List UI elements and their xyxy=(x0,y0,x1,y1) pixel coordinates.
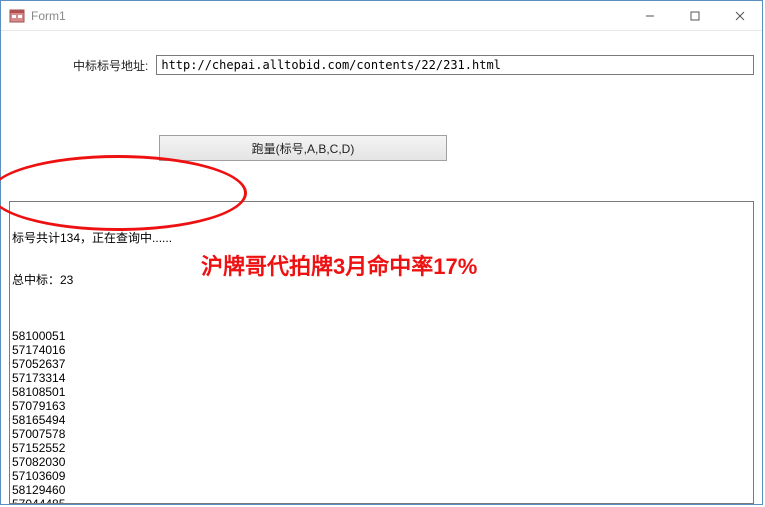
list-header-total: 总中标：23 xyxy=(12,273,751,287)
run-button[interactable]: 跑量(标号,A,B,C,D) xyxy=(159,135,447,161)
results-listbox[interactable]: 标号共计134，正在查询中...... 总中标：23 5810005157174… xyxy=(9,201,754,504)
url-input[interactable] xyxy=(156,55,754,75)
window-title: Form1 xyxy=(31,9,66,23)
list-item[interactable]: 57052637 xyxy=(12,357,751,371)
url-row: 中标标号地址: xyxy=(73,55,754,75)
titlebar: Form1 xyxy=(1,1,762,31)
close-button[interactable] xyxy=(717,1,762,30)
list-item[interactable]: 58165494 xyxy=(12,413,751,427)
list-item[interactable]: 58108501 xyxy=(12,385,751,399)
list-item[interactable]: 58100051 xyxy=(12,329,751,343)
list-item[interactable]: 57044485 xyxy=(12,497,751,504)
list-header-count: 标号共计134，正在查询中...... xyxy=(12,231,751,245)
url-label: 中标标号地址: xyxy=(73,57,148,74)
list-item[interactable]: 57079163 xyxy=(12,399,751,413)
list-item[interactable]: 57152552 xyxy=(12,441,751,455)
list-item[interactable]: 57007578 xyxy=(12,427,751,441)
app-window: Form1 中标标号地址: 跑量(标号,A,B,C,D) 标号共计134，正在查… xyxy=(0,0,763,505)
list-item[interactable]: 57174016 xyxy=(12,343,751,357)
minimize-button[interactable] xyxy=(627,1,672,30)
list-item[interactable]: 57082030 xyxy=(12,455,751,469)
client-area: 中标标号地址: 跑量(标号,A,B,C,D) 标号共计134，正在查询中....… xyxy=(1,31,762,504)
maximize-button[interactable] xyxy=(672,1,717,30)
list-item[interactable]: 57173314 xyxy=(12,371,751,385)
list-item[interactable]: 57103609 xyxy=(12,469,751,483)
app-icon xyxy=(9,8,25,24)
list-item[interactable]: 58129460 xyxy=(12,483,751,497)
window-controls xyxy=(627,1,762,30)
